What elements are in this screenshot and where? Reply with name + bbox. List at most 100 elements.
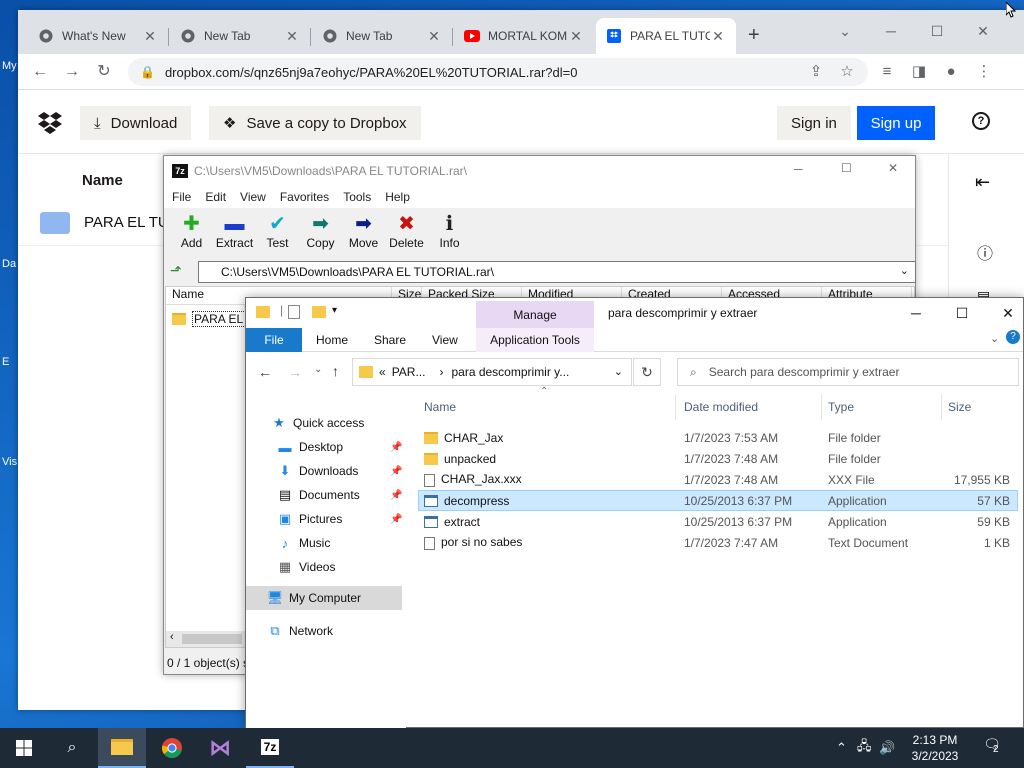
nav-desktop[interactable]: ▬ Desktop 📌 bbox=[276, 436, 406, 458]
up-folder-icon[interactable]: ⬏ bbox=[170, 262, 182, 279]
back-icon[interactable]: ← bbox=[258, 364, 272, 380]
chrome-taskbar-icon[interactable] bbox=[148, 728, 196, 768]
minimize-icon[interactable]: ─ bbox=[893, 298, 939, 328]
move-button[interactable]: ➡ Move bbox=[342, 208, 385, 258]
nav-pictures[interactable]: ▣ Pictures 📌 bbox=[276, 508, 406, 530]
table-row[interactable]: unpacked 1/7/2023 7:48 AM File folder bbox=[418, 448, 1018, 469]
sign-up-button[interactable]: Sign up bbox=[857, 106, 935, 140]
desktop-icon-label[interactable]: Da bbox=[2, 258, 16, 270]
ribbon-file-tab[interactable]: File bbox=[246, 328, 302, 352]
recent-chevron-icon[interactable]: ⌄ bbox=[314, 364, 322, 375]
menu-file[interactable]: File bbox=[172, 190, 191, 204]
pin-icon[interactable]: 📌 bbox=[390, 466, 402, 477]
download-button[interactable]: ⤓ Download bbox=[80, 106, 192, 140]
menu-kebab-icon[interactable]: ⋮ bbox=[970, 58, 998, 86]
menu-help[interactable]: Help bbox=[385, 190, 410, 204]
browser-tab[interactable]: What's New ✕ bbox=[28, 18, 168, 54]
customize-chevron-icon[interactable]: ▾ bbox=[332, 305, 337, 316]
bookmark-star-icon[interactable]: ☆ bbox=[833, 58, 861, 86]
scroll-left-icon[interactable]: ‹ bbox=[170, 631, 174, 643]
nav-my-computer[interactable]: 🖥 My Computer bbox=[246, 586, 402, 610]
table-row[interactable]: CHAR_Jax.xxx 1/7/2023 7:48 AM XXX File 1… bbox=[418, 469, 1018, 490]
menu-view[interactable]: View bbox=[240, 190, 266, 204]
up-icon[interactable]: ↑ bbox=[332, 363, 339, 379]
share-icon[interactable]: ⇪ bbox=[802, 58, 830, 86]
manage-tab[interactable]: Manage bbox=[476, 301, 594, 328]
chevron-down-icon[interactable]: ⌄ bbox=[614, 365, 623, 378]
info-icon[interactable]: ⓘ bbox=[977, 240, 993, 264]
close-window-icon[interactable]: ✕ bbox=[985, 298, 1024, 328]
clock[interactable]: 2:13 PM 3/2/2023 bbox=[905, 732, 965, 764]
forward-icon[interactable]: → bbox=[58, 58, 86, 86]
minimize-icon[interactable]: ─ bbox=[868, 16, 914, 46]
nav-downloads[interactable]: ⬇ Downloads 📌 bbox=[276, 460, 406, 482]
dropbox-logo-icon[interactable] bbox=[38, 112, 62, 137]
expand-ribbon-icon[interactable]: ⌄ bbox=[990, 332, 999, 345]
properties-icon[interactable] bbox=[288, 305, 300, 319]
browser-tab[interactable]: New Tab ✕ bbox=[312, 18, 452, 54]
file-explorer-taskbar-icon[interactable] bbox=[98, 728, 146, 768]
collapse-panel-icon[interactable]: ⇤ bbox=[975, 172, 990, 193]
profile-avatar-icon[interactable]: ● bbox=[937, 58, 965, 86]
nav-music[interactable]: ♪ Music bbox=[276, 532, 331, 554]
table-row[interactable]: extract 10/25/2013 6:37 PM Application 5… bbox=[418, 511, 1018, 532]
delete-button[interactable]: ✖ Delete bbox=[385, 208, 428, 258]
menu-favorites[interactable]: Favorites bbox=[280, 190, 329, 204]
pin-icon[interactable]: 📌 bbox=[390, 442, 402, 453]
close-window-icon[interactable]: ✕ bbox=[960, 16, 1006, 46]
refresh-button[interactable]: ↻ bbox=[633, 358, 661, 386]
table-row[interactable]: CHAR_Jax 1/7/2023 7:53 AM File folder bbox=[418, 427, 1018, 448]
volume-icon[interactable]: 🔊 bbox=[879, 740, 895, 756]
column-name[interactable]: Name bbox=[418, 394, 676, 420]
notification-icon[interactable]: 🗨 2 bbox=[980, 736, 1004, 760]
column-date-modified[interactable]: Date modified bbox=[678, 394, 822, 420]
chevron-up-icon[interactable]: ⌃ bbox=[836, 740, 847, 756]
close-icon[interactable]: ✕ bbox=[284, 28, 300, 45]
nav-quick-access[interactable]: ★ Quick access bbox=[270, 412, 364, 434]
visual-studio-taskbar-icon[interactable]: ⋈ bbox=[196, 728, 244, 768]
tab-search-icon[interactable]: ⌄ bbox=[822, 16, 868, 46]
breadcrumb-current[interactable]: para descomprimir y... bbox=[451, 365, 569, 379]
horizontal-scrollbar[interactable]: ‹ bbox=[166, 631, 246, 647]
sign-in-button[interactable]: Sign in bbox=[777, 106, 851, 140]
side-panel-icon[interactable]: ◨ bbox=[905, 58, 933, 86]
7zip-taskbar-icon[interactable]: 7z bbox=[246, 728, 294, 768]
add-button[interactable]: ✚ Add bbox=[170, 208, 213, 258]
menu-tools[interactable]: Tools bbox=[343, 190, 371, 204]
info-button[interactable]: ℹ Info bbox=[428, 208, 471, 258]
pin-icon[interactable]: 📌 bbox=[390, 514, 402, 525]
close-icon[interactable]: ✕ bbox=[426, 28, 442, 45]
lock-icon[interactable]: 🔒 bbox=[140, 65, 155, 79]
new-tab-icon[interactable]: + bbox=[748, 24, 760, 47]
nav-documents[interactable]: ▤ Documents 📌 bbox=[276, 484, 406, 506]
desktop-icon-label[interactable]: My bbox=[2, 60, 17, 72]
breadcrumb-parent[interactable]: PAR... bbox=[392, 365, 426, 379]
close-icon[interactable]: ✕ bbox=[568, 28, 584, 45]
browser-tab[interactable]: MORTAL KOMB ✕ bbox=[454, 18, 594, 54]
menu-edit[interactable]: Edit bbox=[205, 190, 226, 204]
extract-button[interactable]: ▬ Extract bbox=[213, 208, 256, 258]
browser-tab-active[interactable]: PARA EL TUTO ✕ bbox=[596, 18, 736, 54]
reload-icon[interactable]: ↻ bbox=[90, 58, 118, 86]
ribbon-application-tools-tab[interactable]: Application Tools bbox=[476, 328, 594, 352]
close-window-icon[interactable]: ✕ bbox=[888, 161, 898, 175]
desktop-icon-label[interactable]: E bbox=[2, 356, 9, 368]
help-icon[interactable]: ? bbox=[1006, 330, 1020, 344]
close-icon[interactable]: ✕ bbox=[710, 28, 726, 45]
explorer-address-bar[interactable]: « PAR... › para descomprimir y... ⌄ bbox=[352, 358, 632, 386]
breadcrumb-separator[interactable]: › bbox=[439, 365, 443, 379]
table-row[interactable]: por si no sabes 1/7/2023 7:47 AM Text Do… bbox=[418, 532, 1018, 553]
close-icon[interactable]: ✕ bbox=[142, 28, 158, 45]
maximize-icon[interactable]: ☐ bbox=[939, 298, 985, 328]
help-icon[interactable]: ? bbox=[972, 112, 990, 130]
search-input[interactable]: ⌕ Search para descomprimir y extraer bbox=[677, 358, 1019, 386]
address-bar[interactable]: 🔒 dropbox.com/s/qnz65nj9a7eohyc/PARA%20E… bbox=[128, 58, 868, 86]
ribbon-share-tab[interactable]: Share bbox=[374, 328, 406, 352]
table-row-selected[interactable]: decompress 10/25/2013 6:37 PM Applicatio… bbox=[418, 490, 1018, 511]
back-icon[interactable]: ← bbox=[26, 58, 54, 86]
column-type[interactable]: Type bbox=[822, 394, 942, 420]
copy-button[interactable]: ➡ Copy bbox=[299, 208, 342, 258]
ribbon-home-tab[interactable]: Home bbox=[316, 328, 348, 352]
forward-icon[interactable]: → bbox=[288, 364, 302, 380]
column-size[interactable]: Size bbox=[942, 394, 1020, 420]
